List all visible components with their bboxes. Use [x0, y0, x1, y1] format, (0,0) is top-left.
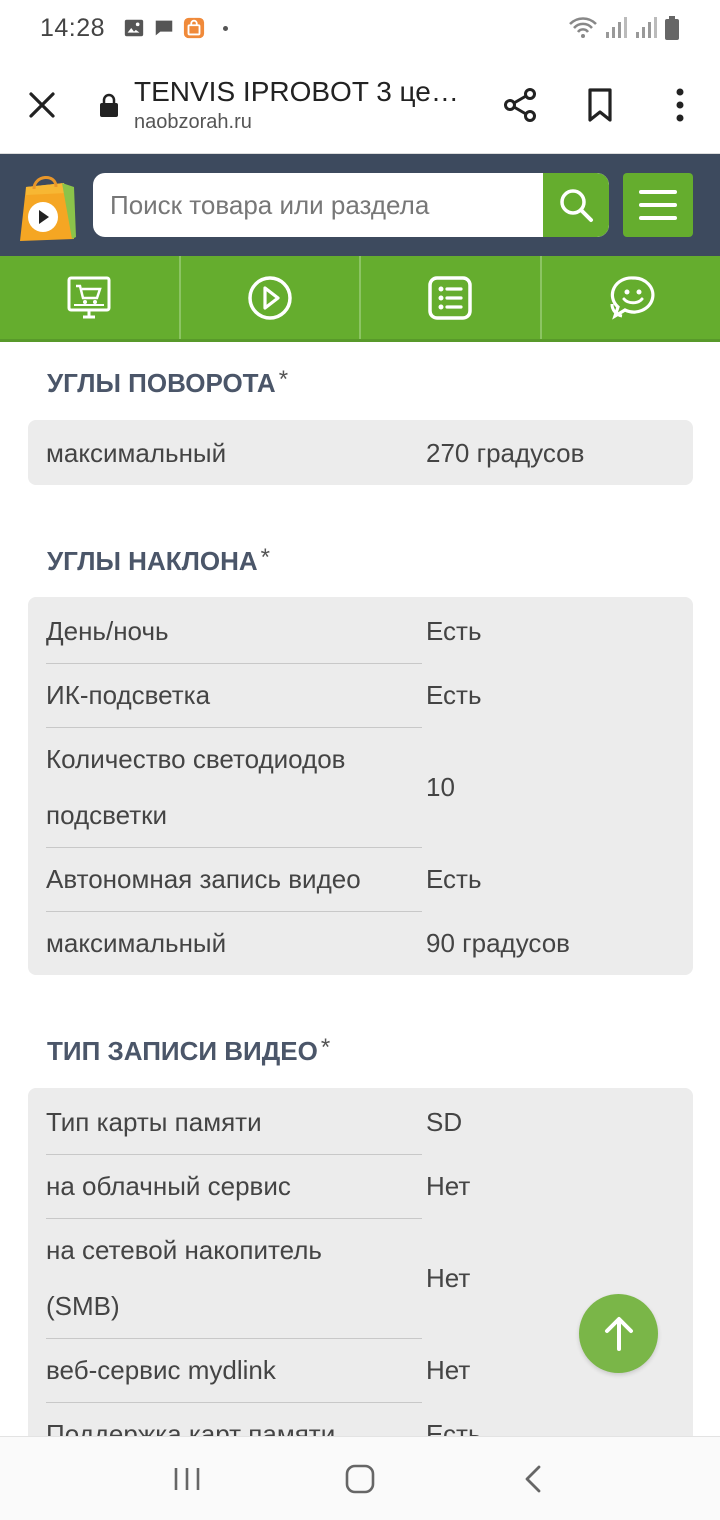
spec-name: Количество светодиодов подсветки: [46, 744, 346, 830]
gallery-icon: [124, 19, 144, 37]
spec-name: Поддержка карт памяти: [46, 1419, 336, 1436]
search-input[interactable]: [93, 173, 543, 237]
asterisk: *: [278, 366, 289, 393]
spec-name: Автономная запись видео: [46, 864, 361, 894]
spec-box-video-record: Тип карты памяти SD на облачный сервис Н…: [28, 1088, 693, 1436]
hamburger-menu-button[interactable]: [623, 173, 693, 237]
spec-row: Автономная запись видео Есть: [46, 847, 675, 911]
spec-row: День/ночь Есть: [46, 599, 675, 663]
asterisk: *: [320, 1034, 331, 1061]
spec-value: Нет: [426, 1170, 471, 1201]
home-icon: [345, 1464, 375, 1493]
message-icon: [155, 20, 173, 36]
spec-name: Тип карты памяти: [46, 1107, 262, 1137]
spec-content: УГЛЫ ПОВОРОТА * максимальный 270 градусов…: [0, 342, 720, 1436]
spec-value: Есть: [426, 615, 482, 646]
spec-value: Есть: [426, 863, 482, 894]
page-domain: naobzorah.ru: [134, 110, 252, 133]
share-button[interactable]: [480, 56, 560, 154]
section-title-video-record: ТИП ЗАПИСИ ВИДЕО *: [0, 1034, 330, 1067]
spec-row: Поддержка карт памяти Есть: [46, 1402, 675, 1436]
recent-apps-icon: [174, 1467, 199, 1490]
section-title-text: УГЛЫ ПОВОРОТА: [47, 368, 276, 398]
section-title-text: ТИП ЗАПИСИ ВИДЕО: [47, 1036, 318, 1066]
category-nav: [0, 256, 720, 342]
spec-row: максимальный 270 градусов: [46, 423, 675, 483]
signal-icon-2: [636, 17, 657, 38]
notification-icons: [123, 17, 229, 39]
spec-box-tilt: День/ночь Есть ИК-подсветка Есть Количес…: [28, 597, 693, 975]
spec-value: Есть: [426, 679, 482, 710]
close-tab-button[interactable]: [0, 56, 84, 154]
spec-row: ИК-подсветка Есть: [46, 663, 675, 727]
nav-shop[interactable]: [0, 256, 181, 339]
section-title-text: УГЛЫ НАКЛОНА: [47, 546, 258, 576]
system-navigation-bar: [0, 1436, 720, 1520]
spec-value: 270 градусов: [426, 437, 585, 468]
status-bar: 14:28: [0, 0, 720, 56]
spec-value: 90 градусов: [426, 927, 570, 958]
spec-name: веб-сервис mydlink: [46, 1355, 276, 1385]
spec-value: SD: [426, 1106, 463, 1137]
nav-video[interactable]: [181, 256, 361, 339]
bookmark-icon: [588, 87, 612, 122]
bookmark-button[interactable]: [560, 56, 640, 154]
search-icon: [560, 189, 593, 222]
scroll-to-top-button[interactable]: [579, 1294, 658, 1373]
share-icon: [504, 87, 536, 122]
recent-apps-button[interactable]: [157, 1449, 217, 1509]
spec-name: максимальный: [46, 438, 227, 468]
spec-name: на сетевой накопитель (SMB): [46, 1235, 322, 1321]
hamburger-line: [639, 216, 677, 220]
spec-value: Нет: [426, 1262, 471, 1293]
wifi-icon: [569, 17, 597, 38]
spec-row: на облачный сервис Нет: [46, 1154, 675, 1218]
list-icon: [428, 275, 472, 320]
search-button[interactable]: [543, 173, 609, 237]
shop-app-icon: [183, 17, 205, 39]
search-box: [93, 173, 609, 237]
back-icon: [525, 1465, 541, 1492]
spec-name: ИК-подсветка: [46, 680, 211, 710]
signal-icon: [606, 17, 627, 38]
back-button[interactable]: [503, 1449, 563, 1509]
close-icon: [29, 91, 55, 118]
arrow-up-icon: [604, 1316, 633, 1351]
battery-icon: [665, 16, 679, 40]
spec-name: День/ночь: [46, 616, 169, 646]
site-header: [0, 154, 720, 256]
spec-row: Количество светодиодов подсветки 10: [46, 727, 675, 847]
section-title-rotation: УГЛЫ ПОВОРОТА *: [0, 366, 288, 399]
hamburger-line: [639, 203, 677, 207]
play-circle-icon: [248, 275, 292, 320]
online-shop-icon: [67, 276, 111, 318]
more-options-button[interactable]: [640, 56, 720, 154]
page-title: TENVIS IPROBOT 3 це…: [134, 75, 459, 107]
spec-name: на облачный сервис: [46, 1171, 291, 1201]
section-title-tilt: УГЛЫ НАКЛОНА *: [0, 544, 270, 577]
more-vertical-icon: [676, 88, 684, 121]
system-status-icons: [568, 15, 680, 41]
asterisk: *: [260, 544, 270, 571]
more-notifications-dot: [223, 25, 229, 31]
spec-value: 10: [426, 771, 455, 802]
chat-smile-icon: [610, 275, 655, 320]
spec-value: Нет: [426, 1354, 471, 1385]
status-time: 14:28: [40, 13, 106, 42]
browser-toolbar: TENVIS IPROBOT 3 це… naobzorah.ru: [0, 56, 720, 154]
lock-icon: [100, 93, 118, 117]
spec-box-rotation: максимальный 270 градусов: [28, 420, 693, 485]
nav-chat[interactable]: [542, 256, 720, 339]
spec-row: Тип карты памяти SD: [46, 1090, 675, 1154]
nav-list[interactable]: [361, 256, 542, 339]
url-block[interactable]: TENVIS IPROBOT 3 це… naobzorah.ru: [84, 76, 480, 134]
spec-name: максимальный: [46, 928, 227, 958]
home-button[interactable]: [330, 1449, 390, 1509]
hamburger-line: [639, 190, 677, 194]
spec-row: максимальный 90 градусов: [46, 911, 675, 975]
site-logo-icon[interactable]: [12, 167, 78, 243]
spec-value: Есть: [426, 1418, 482, 1437]
